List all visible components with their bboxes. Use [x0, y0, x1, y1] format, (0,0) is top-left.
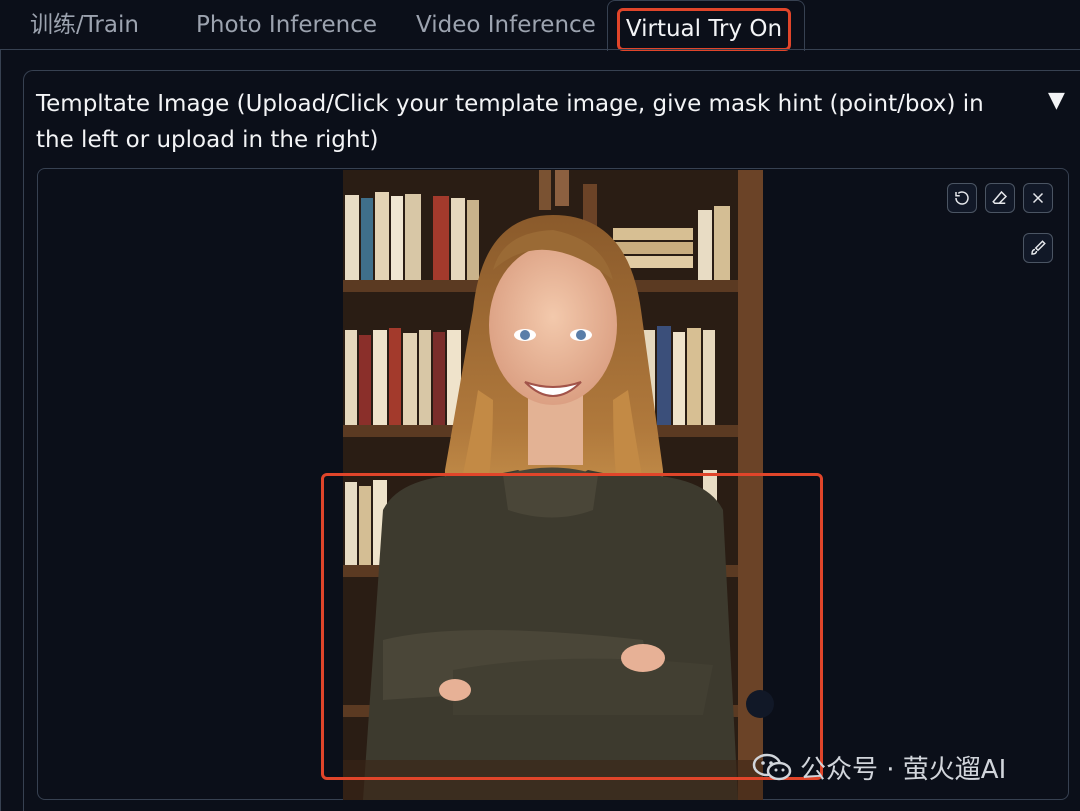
- eraser-icon[interactable]: [985, 183, 1015, 213]
- brush-icon[interactable]: [1023, 233, 1053, 263]
- close-icon[interactable]: [1023, 183, 1053, 213]
- accordion-title[interactable]: Templtate Image (Upload/Click your templ…: [36, 86, 1026, 158]
- wechat-icon: [752, 753, 792, 781]
- watermark: 公众号 · 萤火遛AI: [752, 745, 1006, 789]
- tab-video-inference[interactable]: Video Inference: [416, 0, 596, 50]
- undo-icon[interactable]: [947, 183, 977, 213]
- resize-handle[interactable]: [746, 690, 774, 718]
- tab-photo-inference[interactable]: Photo Inference: [196, 0, 377, 50]
- collapse-caret-icon[interactable]: ▼: [1048, 88, 1065, 113]
- mask-box-annotation[interactable]: [321, 473, 823, 780]
- tab-train[interactable]: 训练/Train: [30, 0, 139, 50]
- tab-bar: 训练/Train Photo Inference Video Inference…: [0, 0, 1080, 52]
- tab-virtual-try-on-label[interactable]: Virtual Try On: [617, 8, 791, 51]
- watermark-text: 公众号 · 萤火遛AI: [800, 754, 1007, 785]
